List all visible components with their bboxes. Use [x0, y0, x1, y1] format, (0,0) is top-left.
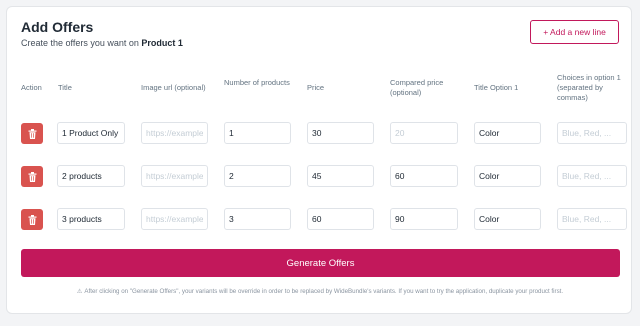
column-header-title-option: Title Option 1 — [474, 83, 519, 92]
trash-icon — [28, 128, 36, 139]
column-header-action: Action — [21, 83, 42, 92]
choices-input[interactable] — [557, 122, 627, 144]
title-option-input[interactable] — [474, 122, 541, 144]
page-title: Add Offers — [21, 19, 94, 35]
title-option-input[interactable] — [474, 208, 541, 230]
column-header-image-url: Image url (optional) — [141, 83, 206, 92]
price-input[interactable] — [307, 122, 374, 144]
image-url-input[interactable] — [141, 208, 208, 230]
warning-footnote: ⚠ After clicking on "Generate Offers", yo… — [7, 288, 631, 295]
add-new-line-button[interactable]: + Add a new line — [530, 20, 619, 44]
offer-row — [7, 206, 631, 230]
compared-price-input[interactable] — [390, 165, 458, 187]
delete-row-button[interactable] — [21, 123, 43, 144]
column-header-number-of-products: Number of products — [224, 78, 290, 87]
delete-row-button[interactable] — [21, 209, 43, 230]
column-header-compared-price: Compared price (optional) — [390, 78, 444, 97]
number-of-products-input[interactable] — [224, 208, 291, 230]
trash-icon — [28, 214, 36, 225]
delete-row-button[interactable] — [21, 166, 43, 187]
generate-offers-button[interactable]: Generate Offers — [21, 249, 620, 277]
offer-row — [7, 163, 631, 187]
column-header-title: Title — [58, 83, 72, 92]
footnote-text: After clicking on "Generate Offers", you… — [84, 288, 564, 295]
product-name: Product 1 — [141, 38, 183, 48]
trash-icon — [28, 171, 36, 182]
offer-row — [7, 120, 631, 144]
price-input[interactable] — [307, 165, 374, 187]
title-input[interactable] — [57, 208, 125, 230]
choices-input[interactable] — [557, 165, 627, 187]
choices-input[interactable] — [557, 208, 627, 230]
title-option-input[interactable] — [474, 165, 541, 187]
number-of-products-input[interactable] — [224, 122, 291, 144]
image-url-input[interactable] — [141, 122, 208, 144]
compared-price-input[interactable] — [390, 122, 458, 144]
column-header-price: Price — [307, 83, 325, 92]
image-url-input[interactable] — [141, 165, 208, 187]
number-of-products-input[interactable] — [224, 165, 291, 187]
add-offers-card: Add Offers Create the offers you want on… — [6, 6, 632, 314]
column-header-choices: Choices in option 1 (separated by commas… — [557, 73, 621, 102]
subtitle-text: Create the offers you want on — [21, 38, 142, 48]
title-input[interactable] — [57, 165, 125, 187]
warning-icon: ⚠ — [76, 288, 83, 295]
page-subtitle: Create the offers you want on Product 1 — [21, 38, 183, 48]
compared-price-input[interactable] — [390, 208, 458, 230]
price-input[interactable] — [307, 208, 374, 230]
title-input[interactable] — [57, 122, 125, 144]
